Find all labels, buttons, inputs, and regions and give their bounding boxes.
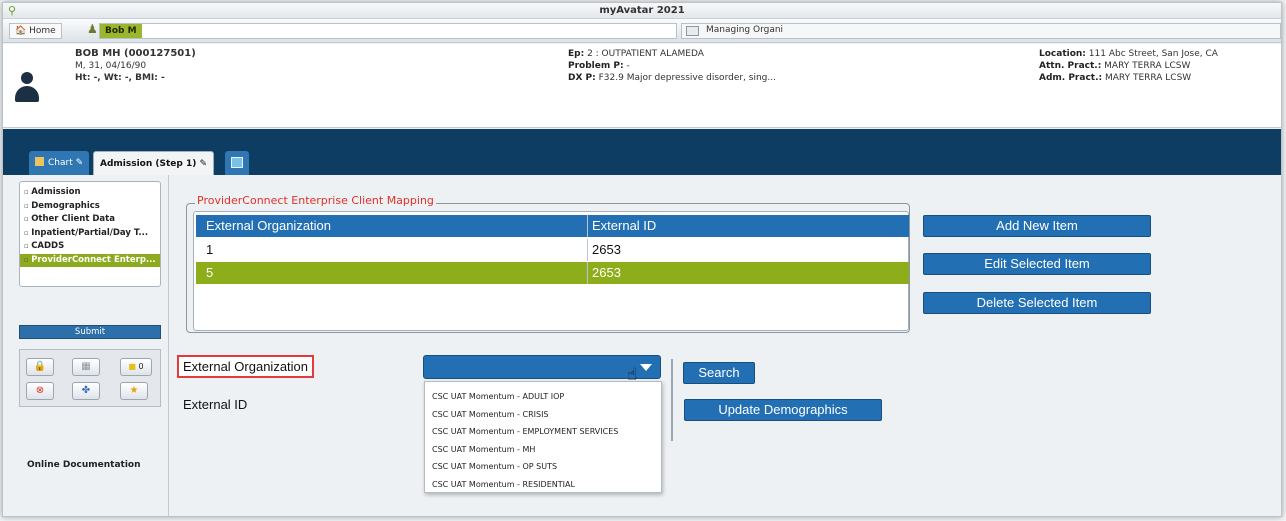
dropdown-option[interactable]: CSC UAT Momentum - OP SUTS [425,458,661,476]
cell-external-id: 2653 [592,265,621,280]
problem-label: Problem P: [568,61,624,71]
patient-banner: BOB MH (000127501) M, 31, 04/16/90 Ht: -… [3,44,1281,128]
dropdown-option[interactable]: CSC UAT Momentum - MH [425,441,661,459]
sidebar-item-providerconnect[interactable]: ProviderConnect Enterp... [20,253,160,267]
dropdown-arrow-icon [640,364,652,371]
sidebar-item-admission[interactable]: Admission [20,186,160,200]
external-organization-dropdown[interactable] [423,355,661,379]
cell-external-organization: 1 [206,242,214,257]
form-icon [686,26,699,36]
form-tab-label: Managing Organi [706,25,784,35]
external-id-label: External ID [183,397,248,412]
image-tab[interactable] [225,151,249,175]
patient-vitals: Ht: -, Wt: -, BMI: - [75,73,165,83]
chart-tab[interactable]: Chart ✎ [29,151,90,175]
episode-label: Ep: [568,49,585,59]
location-value: 111 Abc Street, San Jose, CA [1088,49,1218,59]
column-header-external-id[interactable]: External ID [592,215,656,237]
dropdown-option[interactable]: CSC UAT Momentum - ADULT IOP [425,388,661,406]
notes-button[interactable]: ■ 0 [120,358,152,376]
chart-icon [35,157,44,166]
home-icon: 🏠 [15,26,27,36]
home-tab-label: Home [29,26,56,36]
edit-selected-item-button[interactable]: Edit Selected Item [923,253,1151,275]
external-organization-label: External Organization [177,355,315,378]
table-row-selected[interactable]: 5 2653 [196,262,909,284]
problem-value: - [626,61,630,71]
image-icon [231,157,243,168]
dx-label: DX P: [568,73,596,83]
cancel-icon[interactable]: ⊗ [26,382,54,400]
search-button[interactable]: Search [683,362,755,384]
admission-tab[interactable]: Admission (Step 1) ✎ [93,151,215,175]
top-tab-bar: 🏠 Home ♟ Bob M Managing Organi [3,19,1281,43]
update-demographics-button[interactable]: Update Demographics [684,399,882,421]
window-title: myAvatar 2021 [599,5,685,16]
dx-value: F32.9 Major depressive disorder, sing... [598,73,776,83]
chart-tab-label: Chart [48,158,73,168]
adm-pract-value: MARY TERRA LCSW [1104,73,1192,83]
notes-count: 0 [138,362,144,371]
patient-avatar-icon [13,72,41,104]
notes-icon: ■ [128,362,136,371]
grid-icon[interactable]: ▦ [72,358,100,376]
column-header-external-organization[interactable]: External Organization [206,215,331,237]
add-new-item-button[interactable]: Add New Item [923,215,1151,237]
sidebar-item-demographics[interactable]: Demographics [20,200,160,214]
lock-icon[interactable]: 🔒 [26,358,54,376]
person-icon: ♟ [87,22,98,36]
mapping-table: External Organization External ID 1 2653… [193,211,909,331]
divider [671,359,673,441]
client-tab-label: Bob M [100,24,142,38]
table-row[interactable]: 1 2653 [196,239,909,261]
external-organization-options: CSC UAT Momentum - ADULT IOP CSC UAT Mom… [424,381,662,493]
adm-pract-label: Adm. Pract.: [1039,73,1103,83]
sidebar-item-inpatient[interactable]: Inpatient/Partial/Day T... [20,227,160,241]
title-bar: ⚲ myAvatar 2021 [3,3,1281,19]
episode-info: Ep: 2 : OUTPATIENT ALAMEDA Problem P: - … [568,48,776,84]
cell-external-id: 2653 [592,242,621,257]
puzzle-icon[interactable]: ✤ [72,382,100,400]
client-tab[interactable]: Bob M [99,23,677,39]
sidebar-item-other-client-data[interactable]: Other Client Data [20,213,160,227]
cell-external-organization: 5 [206,265,214,280]
form-nav: Admission Demographics Other Client Data… [19,181,161,287]
patient-info: BOB MH (000127501) M, 31, 04/16/90 Ht: -… [75,48,196,84]
pin-icon: ✎ [199,159,208,169]
dropdown-option[interactable]: CSC UAT Momentum - CRISIS [425,406,661,424]
attn-pract-label: Attn. Pract.: [1039,61,1102,71]
submit-button[interactable]: Submit [19,325,161,339]
form-tab[interactable]: Managing Organi [681,23,1281,39]
sidebar-item-cadds[interactable]: CADDS [20,240,160,254]
patient-demographics: M, 31, 04/16/90 [75,61,147,71]
mapping-title: ProviderConnect Enterprise Client Mappin… [195,194,436,207]
admission-tab-label: Admission (Step 1) [100,159,197,169]
online-documentation-link[interactable]: Online Documentation [27,460,141,470]
attn-pract-value: MARY TERRA LCSW [1104,61,1191,71]
star-icon[interactable]: ★ [120,382,148,400]
location-info: Location: 111 Abc Street, San Jose, CA A… [1039,48,1218,84]
dropdown-option[interactable]: CSC UAT Momentum - EMPLOYMENT SERVICES [425,423,661,441]
app-window: ⚲ myAvatar 2021 🏠 Home ♟ Bob M Managing … [2,2,1282,517]
episode-value: 2 : OUTPATIENT ALAMEDA [587,49,704,59]
home-tab[interactable]: 🏠 Home [9,23,62,39]
pin-icon: ✎ [75,158,84,168]
tool-icon-panel: 🔒 ▦ ■ 0 ⊗ ✤ ★ [19,349,161,407]
patient-name: BOB MH (000127501) [75,48,196,59]
left-panel: Admission Demographics Other Client Data… [3,175,169,516]
dropdown-option[interactable]: CSC UAT Momentum - RESIDENTIAL [425,476,661,494]
table-header: External Organization External ID [196,215,909,237]
page-tab-strip: Chart ✎ Admission (Step 1) ✎ [3,129,1281,175]
location-label: Location: [1039,49,1086,59]
content-area: Admission Demographics Other Client Data… [3,175,1281,516]
delete-selected-item-button[interactable]: Delete Selected Item [923,292,1151,314]
